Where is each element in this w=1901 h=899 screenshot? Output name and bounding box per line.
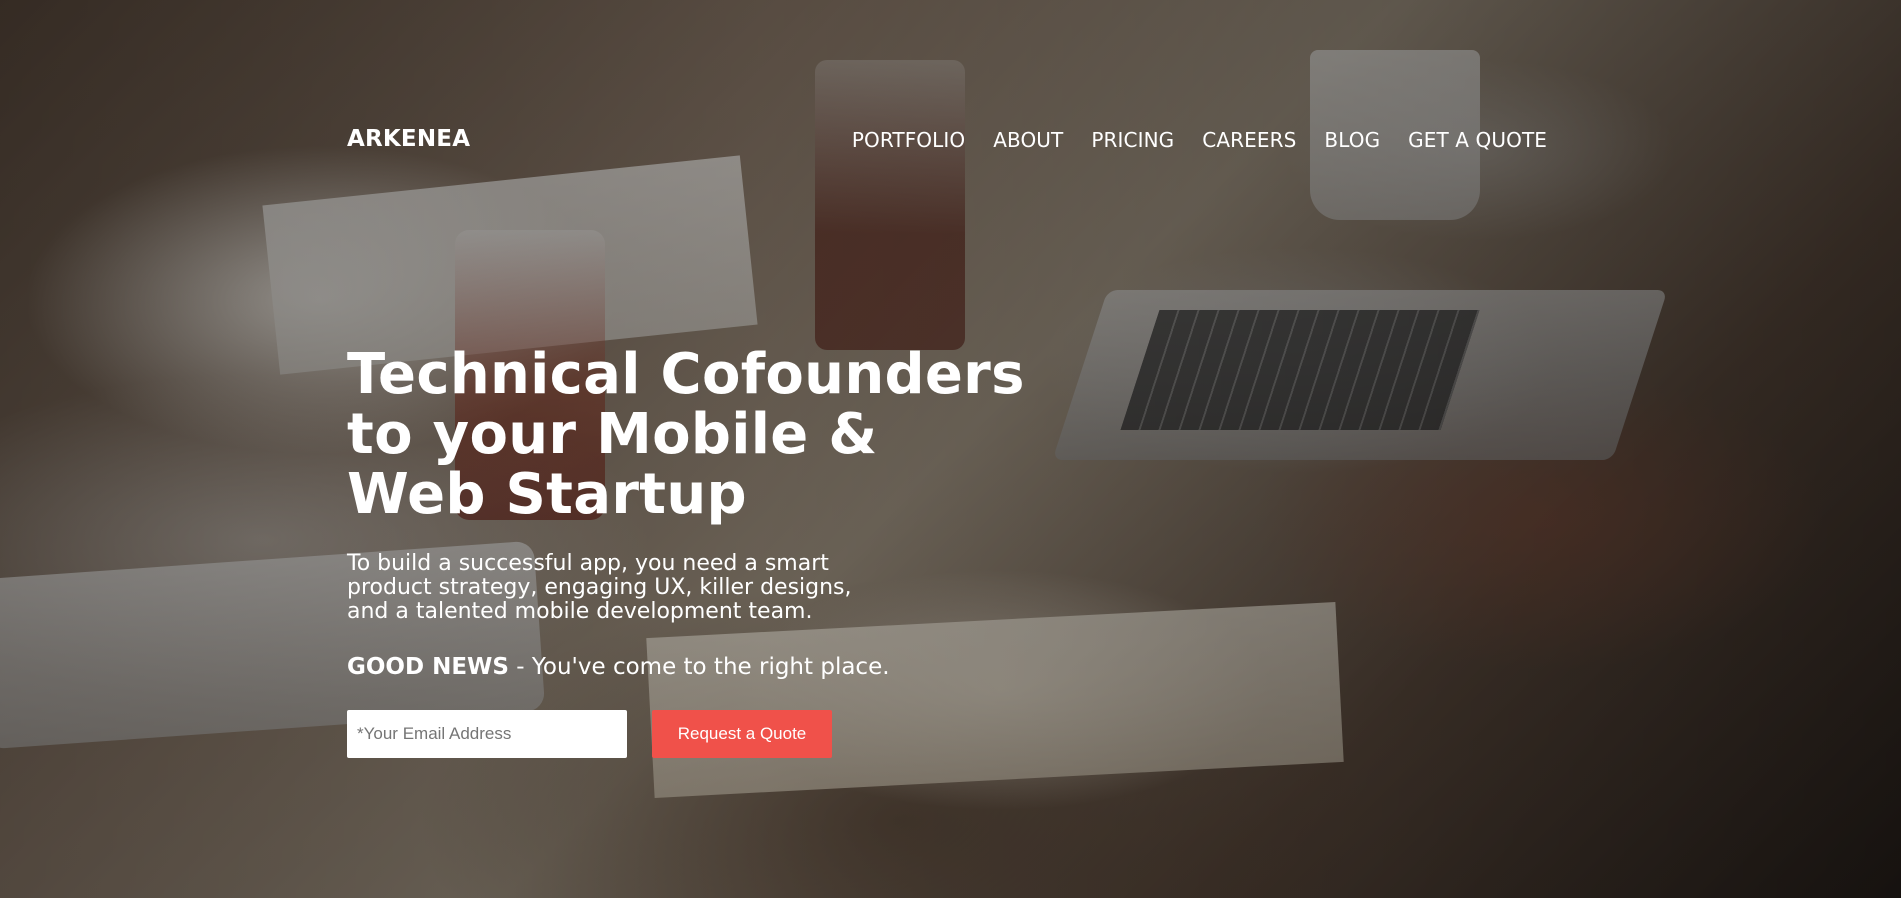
- nav-item-get-a-quote[interactable]: GET A QUOTE: [1408, 128, 1547, 152]
- hero-headline-line: to your Mobile &: [347, 402, 878, 467]
- site-logo[interactable]: ARKENEA: [347, 126, 470, 152]
- top-navigation: ARKENEA PORTFOLIO ABOUT PRICING CAREERS …: [347, 122, 1547, 158]
- hero-content: Technical Cofounders to your Mobile & We…: [347, 345, 1107, 758]
- hero-subtext-line: product strategy, engaging UX, killer de…: [347, 575, 852, 600]
- hero-headline-line: Technical Cofounders: [347, 342, 1025, 407]
- hero-headline: Technical Cofounders to your Mobile & We…: [347, 345, 1107, 525]
- good-news-bold: GOOD NEWS: [347, 654, 509, 680]
- hero-subtext: To build a successful app, you need a sm…: [347, 552, 947, 624]
- email-input[interactable]: [347, 710, 627, 758]
- hero-headline-line: Web Startup: [347, 462, 747, 527]
- nav-item-pricing[interactable]: PRICING: [1091, 128, 1174, 152]
- request-quote-button[interactable]: Request a Quote: [652, 710, 832, 758]
- nav-item-about[interactable]: ABOUT: [993, 128, 1063, 152]
- hero-subtext-line: and a talented mobile development team.: [347, 599, 813, 624]
- hero-subtext-line: To build a successful app, you need a sm…: [347, 551, 829, 576]
- quote-form: Request a Quote: [347, 710, 1107, 758]
- nav-item-careers[interactable]: CAREERS: [1202, 128, 1296, 152]
- good-news-rest: - You've come to the right place.: [508, 654, 890, 680]
- good-news-text: GOOD NEWS - You've come to the right pla…: [347, 654, 1107, 680]
- nav-menu: PORTFOLIO ABOUT PRICING CAREERS BLOG GET…: [852, 128, 1547, 152]
- nav-item-blog[interactable]: BLOG: [1324, 128, 1380, 152]
- nav-item-portfolio[interactable]: PORTFOLIO: [852, 128, 965, 152]
